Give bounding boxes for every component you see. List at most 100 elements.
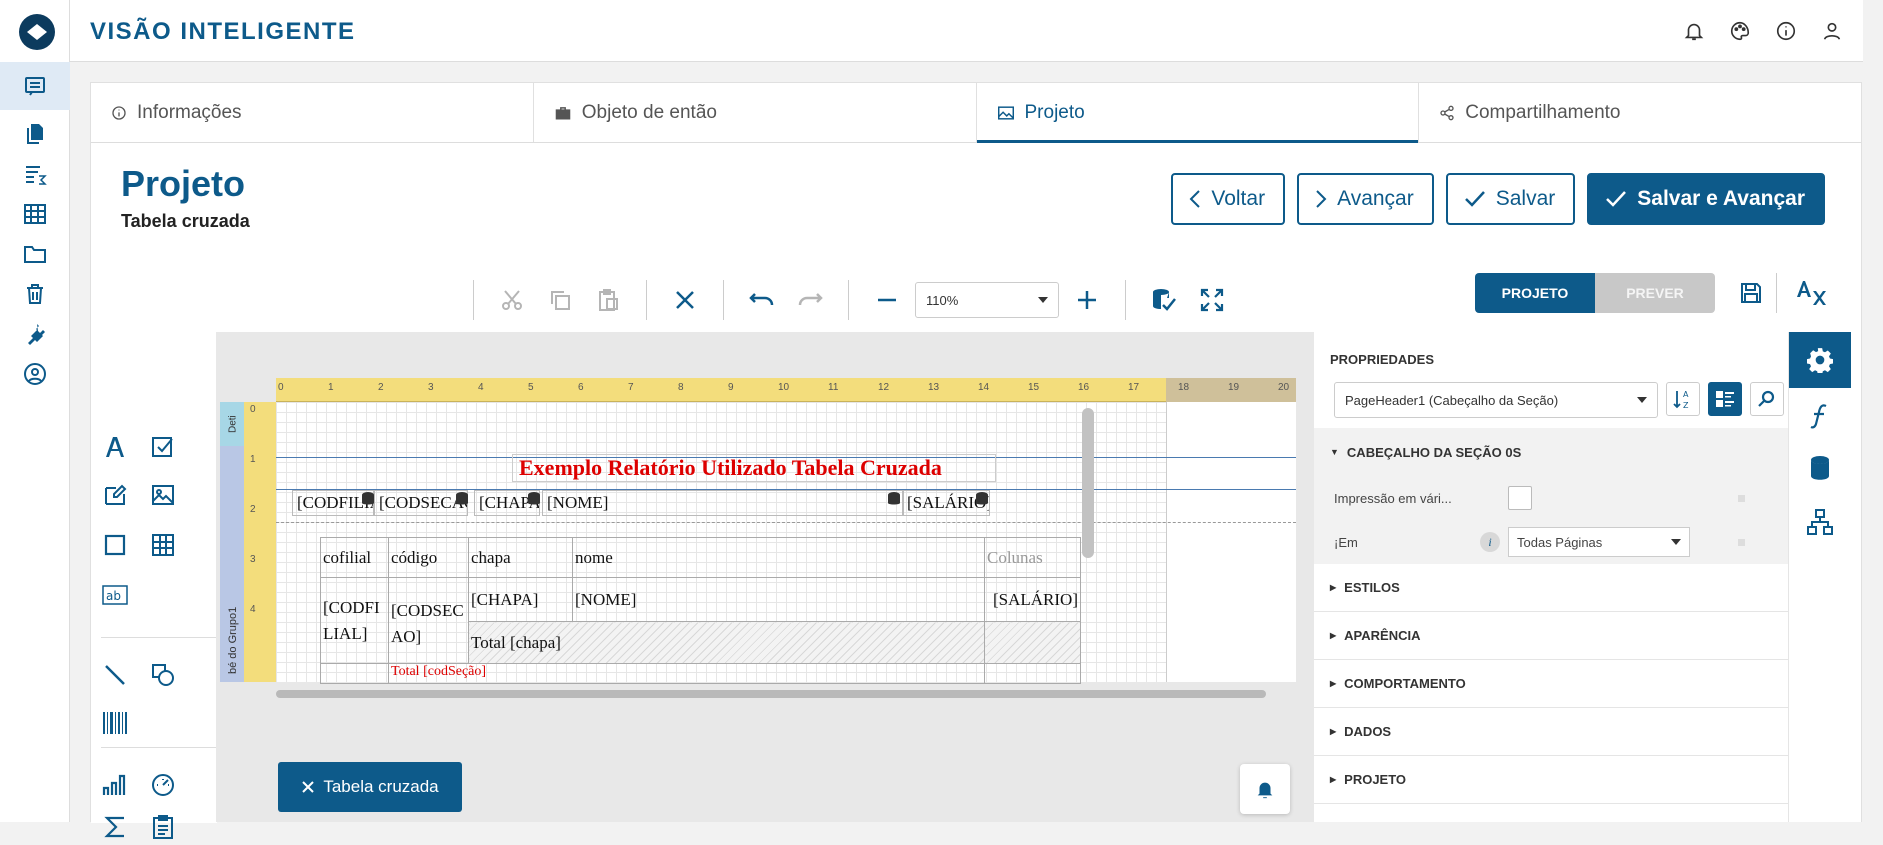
- sort-az-button[interactable]: AZ: [1666, 382, 1700, 416]
- shapes-tool-icon[interactable]: [145, 657, 181, 693]
- report-page[interactable]: Exemplo Relatório Utilizado Tabela Cruza…: [276, 402, 1296, 684]
- tab-objeto[interactable]: Objeto de então: [534, 83, 977, 142]
- field-codsecao[interactable]: [CODSECAO]: [374, 490, 468, 516]
- rail-reports-icon[interactable]: [0, 62, 70, 110]
- crosstab-header-cell[interactable]: chapa: [468, 537, 573, 578]
- cut-icon[interactable]: [488, 280, 536, 320]
- summary-tool-icon[interactable]: [97, 809, 133, 845]
- properties-gear-icon[interactable]: [1789, 332, 1851, 388]
- report-title-text[interactable]: Exemplo Relatório Utilizado Tabela Cruza…: [512, 454, 996, 482]
- datasource-check-icon[interactable]: [1140, 280, 1188, 320]
- tab-compartilhamento[interactable]: Compartilhamento: [1419, 83, 1861, 142]
- back-button[interactable]: Voltar: [1171, 173, 1286, 225]
- crosstab-header-cell[interactable]: nome: [572, 537, 985, 578]
- horizontal-ruler: 0 1 2 3 4 5 6 7 8 9 10 11 12 13 14 15 16 17 18 19 20: [276, 378, 1296, 402]
- selected-component-chip[interactable]: Tabela cruzada: [278, 762, 462, 812]
- shape-tool-icon[interactable]: [97, 527, 133, 563]
- next-button[interactable]: Avançar: [1297, 173, 1434, 225]
- save-button[interactable]: Salvar: [1445, 173, 1576, 225]
- save-and-next-label: Salvar e Avançar: [1637, 187, 1805, 210]
- paste-icon[interactable]: [584, 280, 632, 320]
- horizontal-scrollbar-thumb[interactable]: [276, 690, 1266, 698]
- hierarchy-icon[interactable]: [1789, 494, 1851, 550]
- image-tool-icon[interactable]: [145, 477, 181, 513]
- crosstab-row-cell[interactable]: [NOME]: [572, 577, 985, 622]
- database-icon: [976, 492, 988, 506]
- line-tool-icon[interactable]: [97, 657, 133, 693]
- field-nome[interactable]: [NOME]: [542, 490, 904, 516]
- crosstab-columns-cell[interactable]: Colunas: [984, 537, 1081, 578]
- checkbox-tool-icon[interactable]: [145, 429, 181, 465]
- crosstab[interactable]: cofilial código chapa nome Colunas [CODF…: [320, 537, 1081, 684]
- rich-text-tool-icon[interactable]: [97, 477, 133, 513]
- crosstab-row-cell[interactable]: [CODFI LIAL]: [320, 577, 389, 664]
- property-checkbox[interactable]: [1508, 486, 1532, 510]
- clipboard-tool-icon[interactable]: [145, 809, 181, 845]
- copy-icon[interactable]: [536, 280, 584, 320]
- info-icon[interactable]: [1775, 20, 1797, 42]
- bell-icon[interactable]: [1683, 20, 1705, 42]
- function-icon[interactable]: [1789, 388, 1851, 444]
- band-data-label[interactable]: Deti: [220, 402, 246, 446]
- table-tool-icon[interactable]: [145, 527, 181, 563]
- crosstab-row-cell[interactable]: [CHAPA]: [468, 577, 573, 622]
- crosstab-data-cell[interactable]: [SALÁRIO]: [984, 577, 1081, 622]
- save-and-next-button[interactable]: Salvar e Avançar: [1587, 173, 1825, 225]
- undo-icon[interactable]: [738, 280, 786, 320]
- close-icon[interactable]: [301, 780, 315, 794]
- section-comportamento[interactable]: ▶ COMPORTAMENTO: [1314, 660, 1788, 708]
- property-select-value: Todas Páginas: [1517, 534, 1603, 550]
- rail-user-settings-icon[interactable]: [0, 350, 70, 398]
- section-projeto[interactable]: ▶ PROJETO: [1314, 756, 1788, 804]
- crosstab-header-cell[interactable]: código: [388, 537, 469, 578]
- band-group-label[interactable]: bé do Grupo1: [220, 446, 246, 682]
- crosstab-total-cell[interactable]: Total [codSeção]: [388, 663, 985, 684]
- text-tool-icon[interactable]: [97, 429, 133, 465]
- notifications-button[interactable]: [1240, 764, 1290, 814]
- app-logo[interactable]: [19, 14, 55, 50]
- section-aparencia[interactable]: ▶ APARÊNCIA: [1314, 612, 1788, 660]
- vertical-scrollbar[interactable]: [1082, 408, 1094, 558]
- property-select[interactable]: Todas Páginas: [1508, 527, 1690, 557]
- zoom-select[interactable]: 110%: [915, 282, 1059, 318]
- tab-informacoes[interactable]: Informações: [91, 83, 534, 142]
- gauge-tool-icon[interactable]: [145, 767, 181, 803]
- svg-text:Z: Z: [1683, 401, 1689, 410]
- section-dados[interactable]: ▶ DADOS: [1314, 708, 1788, 756]
- label-tool-icon[interactable]: ab: [97, 577, 133, 613]
- ruler-tick-label: 11: [828, 382, 839, 393]
- component-select[interactable]: PageHeader1 (Cabeçalho da Seção): [1334, 382, 1658, 418]
- user-icon[interactable]: [1821, 20, 1843, 42]
- translate-icon[interactable]: [1797, 279, 1827, 307]
- search-button[interactable]: [1750, 382, 1784, 416]
- ruler-tick-label: 1: [250, 454, 256, 465]
- delete-icon[interactable]: [661, 280, 709, 320]
- zoom-value: 110%: [926, 292, 959, 308]
- info-icon[interactable]: i: [1480, 532, 1500, 552]
- crosstab-total-value[interactable]: [984, 621, 1081, 664]
- save-floppy-icon[interactable]: [1739, 281, 1763, 305]
- tab-label: Compartilhamento: [1465, 101, 1621, 123]
- palette-icon[interactable]: [1729, 20, 1751, 42]
- crosstab-header-cell[interactable]: cofilial: [320, 537, 389, 578]
- crosstab-row-cell[interactable]: [CODSEC AO]: [388, 577, 469, 664]
- redo-icon[interactable]: [786, 280, 834, 320]
- design-mode-button[interactable]: PROJETO: [1475, 273, 1595, 313]
- tab-projeto[interactable]: Projeto: [976, 83, 1420, 143]
- ruler-tick-label: 12: [878, 382, 890, 393]
- zoom-in-icon[interactable]: [1063, 280, 1111, 320]
- section-cabecalho[interactable]: ▼ CABEÇALHO DA SEÇÃO 0S: [1314, 428, 1788, 476]
- categorize-button[interactable]: [1708, 382, 1742, 416]
- ruler-tick-label: 2: [250, 504, 256, 515]
- preview-mode-button[interactable]: PREVER: [1595, 273, 1715, 313]
- chart-tool-icon[interactable]: [97, 767, 133, 803]
- page-title: Projeto: [121, 163, 246, 204]
- property-label: ¡Em: [1334, 534, 1358, 550]
- fullscreen-icon[interactable]: [1188, 280, 1236, 320]
- database-icon[interactable]: [1789, 440, 1851, 496]
- back-label: Voltar: [1211, 187, 1266, 210]
- crosstab-total-cell[interactable]: Total [chapa]: [468, 621, 985, 664]
- barcode-tool-icon[interactable]: [97, 705, 133, 741]
- section-estilos[interactable]: ▶ ESTILOS: [1314, 564, 1788, 612]
- zoom-out-icon[interactable]: [863, 280, 911, 320]
